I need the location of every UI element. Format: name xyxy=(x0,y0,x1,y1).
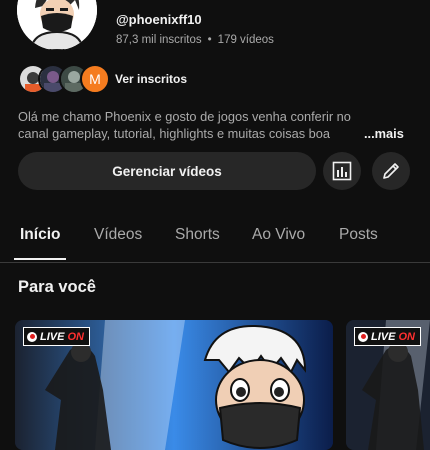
live-badge-label: LIVE xyxy=(40,330,65,343)
description-line: Olá me chamo Phoenix e gosto de jogos ve… xyxy=(18,109,351,124)
separator-dot: • xyxy=(207,34,212,46)
tab-posts[interactable]: Posts xyxy=(339,226,378,244)
record-icon xyxy=(27,331,37,342)
tab-inicio[interactable]: Início xyxy=(20,226,60,244)
channel-tabs: Início Vídeos Shorts Ao Vivo Posts xyxy=(0,222,430,263)
channel-stats: 87,3 mil inscritos • 179 vídeos xyxy=(116,34,274,46)
avatar-image xyxy=(17,0,97,50)
active-tab-indicator xyxy=(14,258,66,260)
pencil-icon xyxy=(383,163,399,179)
analytics-button[interactable] xyxy=(323,152,361,190)
subscriber-count: 87,3 mil inscritos xyxy=(116,34,202,46)
video-count: 179 vídeos xyxy=(217,34,274,46)
record-icon xyxy=(358,331,368,342)
video-thumbnail[interactable]: LIVE ON xyxy=(15,320,333,450)
live-badge: LIVE ON xyxy=(23,327,90,346)
section-title: Para você xyxy=(18,278,96,296)
live-badge-label: LIVE xyxy=(371,330,396,343)
description-more-link[interactable]: ...mais xyxy=(364,126,404,141)
description-line: canal gameplay, tutorial, highlights e m… xyxy=(18,126,331,141)
tab-ao-vivo[interactable]: Ao Vivo xyxy=(252,226,305,244)
subscriber-avatar-initial: M xyxy=(80,64,110,94)
channel-handle: @phoenixff10 xyxy=(116,12,202,27)
channel-avatar[interactable] xyxy=(17,0,97,50)
subscriber-avatars[interactable]: M xyxy=(18,64,110,94)
manage-videos-button[interactable]: Gerenciar vídeos xyxy=(18,152,316,190)
see-subscribers-link[interactable]: Ver inscritos xyxy=(115,72,187,86)
tab-shorts[interactable]: Shorts xyxy=(175,226,220,244)
live-badge-on: ON xyxy=(398,330,415,343)
edit-channel-button[interactable] xyxy=(372,152,410,190)
bar-chart-icon xyxy=(332,161,352,181)
tab-videos[interactable]: Vídeos xyxy=(94,226,142,244)
live-badge: LIVE ON xyxy=(354,327,421,346)
video-thumbnail[interactable]: LIVE ON xyxy=(346,320,430,450)
channel-description[interactable]: Olá me chamo Phoenix e gosto de jogos ve… xyxy=(18,108,408,142)
live-badge-on: ON xyxy=(67,330,84,343)
